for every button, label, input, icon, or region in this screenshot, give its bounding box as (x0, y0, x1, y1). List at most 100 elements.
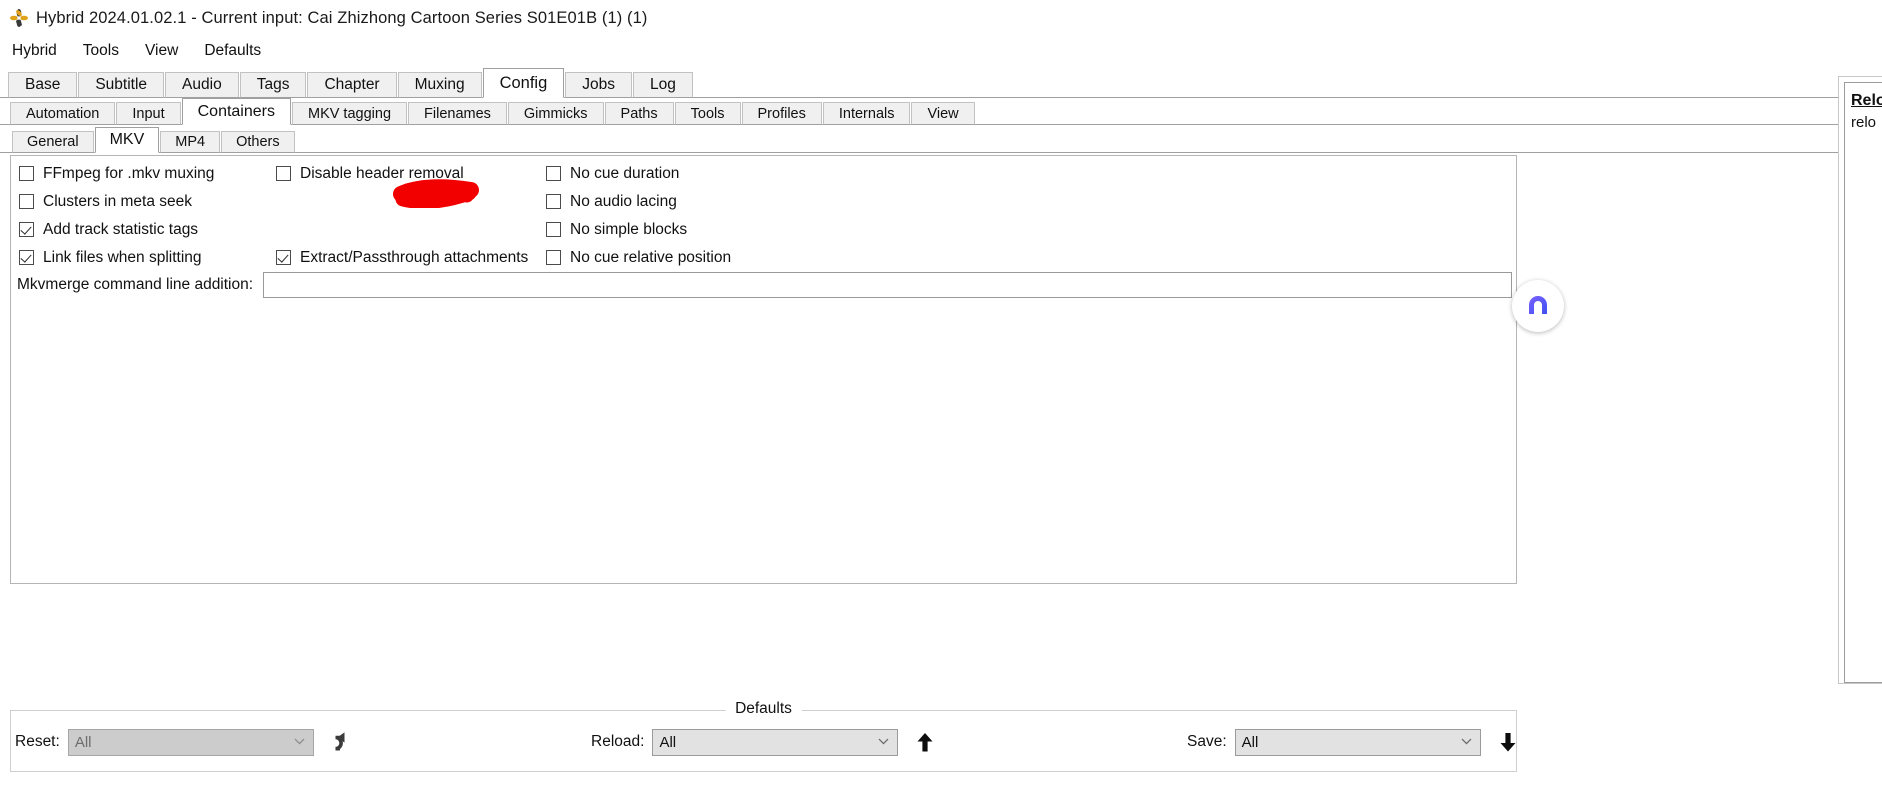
menu-item-tools[interactable]: Tools (83, 40, 131, 62)
tab-label: Internals (838, 105, 895, 122)
checkbox-box[interactable] (19, 194, 34, 210)
tab-mp4[interactable]: MP4 (160, 131, 221, 153)
checkbox-box[interactable] (546, 166, 561, 182)
tab-label: MKV tagging (307, 105, 392, 122)
mkv-settings-panel: FFmpeg for .mkv muxing Clusters in meta … (10, 155, 1517, 584)
arch-badge-icon[interactable] (1512, 280, 1564, 332)
hybrid-flower-icon (10, 9, 28, 27)
tab-muxing[interactable]: Muxing (397, 72, 482, 98)
help-tooltip-body: relo (1851, 114, 1877, 131)
tab-base[interactable]: Base (8, 72, 78, 98)
reload-dropdown[interactable]: All (652, 728, 899, 756)
menu-item-defaults[interactable]: Defaults (204, 40, 273, 62)
checkbox-box[interactable] (546, 222, 561, 238)
checkbox-box[interactable] (546, 194, 561, 210)
tab-config[interactable]: Config (482, 68, 565, 98)
checkbox-no-audio-lacing[interactable]: No audio lacing (546, 194, 677, 210)
tab-tools[interactable]: Tools (674, 102, 741, 125)
tab-label: MKV (109, 131, 145, 148)
tab-automation[interactable]: Automation (10, 102, 116, 125)
menu-item-view[interactable]: View (145, 40, 190, 62)
tab-label: Config (499, 73, 548, 92)
reload-arrow-up-icon[interactable] (912, 729, 938, 755)
tab-mkv[interactable]: MKV (94, 127, 160, 153)
tab-paths[interactable]: Paths (604, 102, 674, 125)
window-title-bar: Hybrid 2024.01.02.1 - Current input: Cai… (0, 0, 1882, 36)
tab-log[interactable]: Log (633, 72, 693, 98)
tab-label: Others (236, 134, 280, 150)
tab-audio[interactable]: Audio (165, 72, 239, 98)
reload-control-group: Reload: All (591, 727, 938, 757)
checkbox-box[interactable] (276, 166, 291, 182)
tab-label: Filenames (424, 105, 491, 122)
tab-label: Containers (197, 102, 275, 120)
checkbox-link-files-when-splitting[interactable]: Link files when splitting (19, 250, 202, 266)
checkbox-box[interactable] (19, 250, 34, 266)
tab-label: Input (132, 105, 165, 122)
checkbox-no-cue-duration[interactable]: No cue duration (546, 166, 679, 182)
tab-label: Audio (182, 76, 222, 93)
checkbox-add-track-statistic-tags[interactable]: Add track statistic tags (19, 222, 198, 238)
tab-filenames[interactable]: Filenames (408, 102, 507, 125)
tab-view[interactable]: View (911, 102, 975, 125)
chevron-down-icon (878, 738, 889, 746)
checkbox-label: No audio lacing (570, 193, 677, 210)
tab-profiles[interactable]: Profiles (741, 102, 822, 125)
mkvmerge-command-line-row: Mkvmerge command line addition: (17, 272, 1512, 298)
save-dropdown[interactable]: All (1234, 728, 1481, 756)
tab-internals[interactable]: Internals (822, 102, 911, 125)
tab-general[interactable]: General (12, 131, 94, 153)
checkbox-label: No cue relative position (570, 249, 732, 266)
mkvmerge-command-line-input[interactable] (263, 272, 1512, 298)
menu-bar: Hybrid Tools View Defaults (0, 36, 1882, 66)
save-dropdown-value: All (1241, 733, 1259, 751)
checkbox-clusters-in-meta-seek[interactable]: Clusters in meta seek (19, 194, 192, 210)
save-label: Save: (1187, 733, 1227, 750)
help-tooltip-content: Relo relo (1844, 82, 1882, 683)
checkbox-ffmpeg-for-mkv-muxing[interactable]: FFmpeg for .mkv muxing (19, 166, 214, 182)
tab-label: Tools (690, 105, 725, 122)
save-arrow-down-icon[interactable] (1495, 729, 1521, 755)
tab-jobs[interactable]: Jobs (565, 72, 633, 98)
mkvmerge-command-line-label: Mkvmerge command line addition: (17, 276, 254, 293)
checkbox-label: Clusters in meta seek (43, 193, 193, 210)
checkbox-label: Extract/Passthrough attachments (300, 249, 529, 266)
checkbox-label: Disable header removal (300, 165, 464, 182)
save-control-group: Save: All (1187, 727, 1521, 757)
primary-tab-strip: Base Subtitle Audio Tags Chapter Muxing … (0, 68, 1882, 98)
checkbox-box[interactable] (276, 250, 291, 266)
containers-tab-strip: General MKV MP4 Others (0, 127, 1882, 153)
checkbox-box[interactable] (19, 166, 34, 182)
window-title-text: Hybrid 2024.01.02.1 - Current input: Cai… (36, 8, 648, 27)
tab-label: View (927, 105, 959, 122)
tab-subtitle[interactable]: Subtitle (78, 72, 165, 98)
tab-others[interactable]: Others (221, 131, 295, 153)
tab-chapter[interactable]: Chapter (307, 72, 397, 98)
window-bottom-edge (0, 785, 1882, 789)
defaults-controls-row: Reset: All Reload: All Save: All (11, 727, 1516, 757)
reset-undo-button[interactable] (328, 729, 354, 755)
tab-label: Tags (256, 76, 290, 93)
checkbox-disable-header-removal[interactable]: Disable header removal (276, 166, 464, 182)
tab-label: Subtitle (95, 76, 148, 93)
tab-label: Log (650, 76, 676, 93)
checkbox-label: Link files when splitting (43, 249, 202, 266)
checkbox-no-cue-relative-position[interactable]: No cue relative position (546, 250, 731, 266)
checkbox-box[interactable] (19, 222, 34, 238)
menu-item-hybrid[interactable]: Hybrid (12, 40, 69, 62)
checkbox-box[interactable] (546, 250, 561, 266)
checkbox-extract-passthrough-attachments[interactable]: Extract/Passthrough attachments (276, 250, 528, 266)
tab-containers[interactable]: Containers (181, 98, 291, 125)
tab-label: Automation (26, 105, 100, 122)
reload-dropdown-value: All (659, 733, 677, 751)
tab-tags[interactable]: Tags (239, 72, 307, 98)
tab-label: General (27, 134, 79, 150)
reset-dropdown[interactable]: All (67, 728, 314, 756)
tab-label: Jobs (582, 76, 616, 93)
tab-label: Paths (620, 105, 658, 122)
tab-mkv-tagging[interactable]: MKV tagging (291, 102, 408, 125)
checkbox-no-simple-blocks[interactable]: No simple blocks (546, 222, 687, 238)
reset-label: Reset: (15, 733, 60, 750)
tab-gimmicks[interactable]: Gimmicks (507, 102, 604, 125)
tab-input[interactable]: Input (116, 102, 181, 125)
